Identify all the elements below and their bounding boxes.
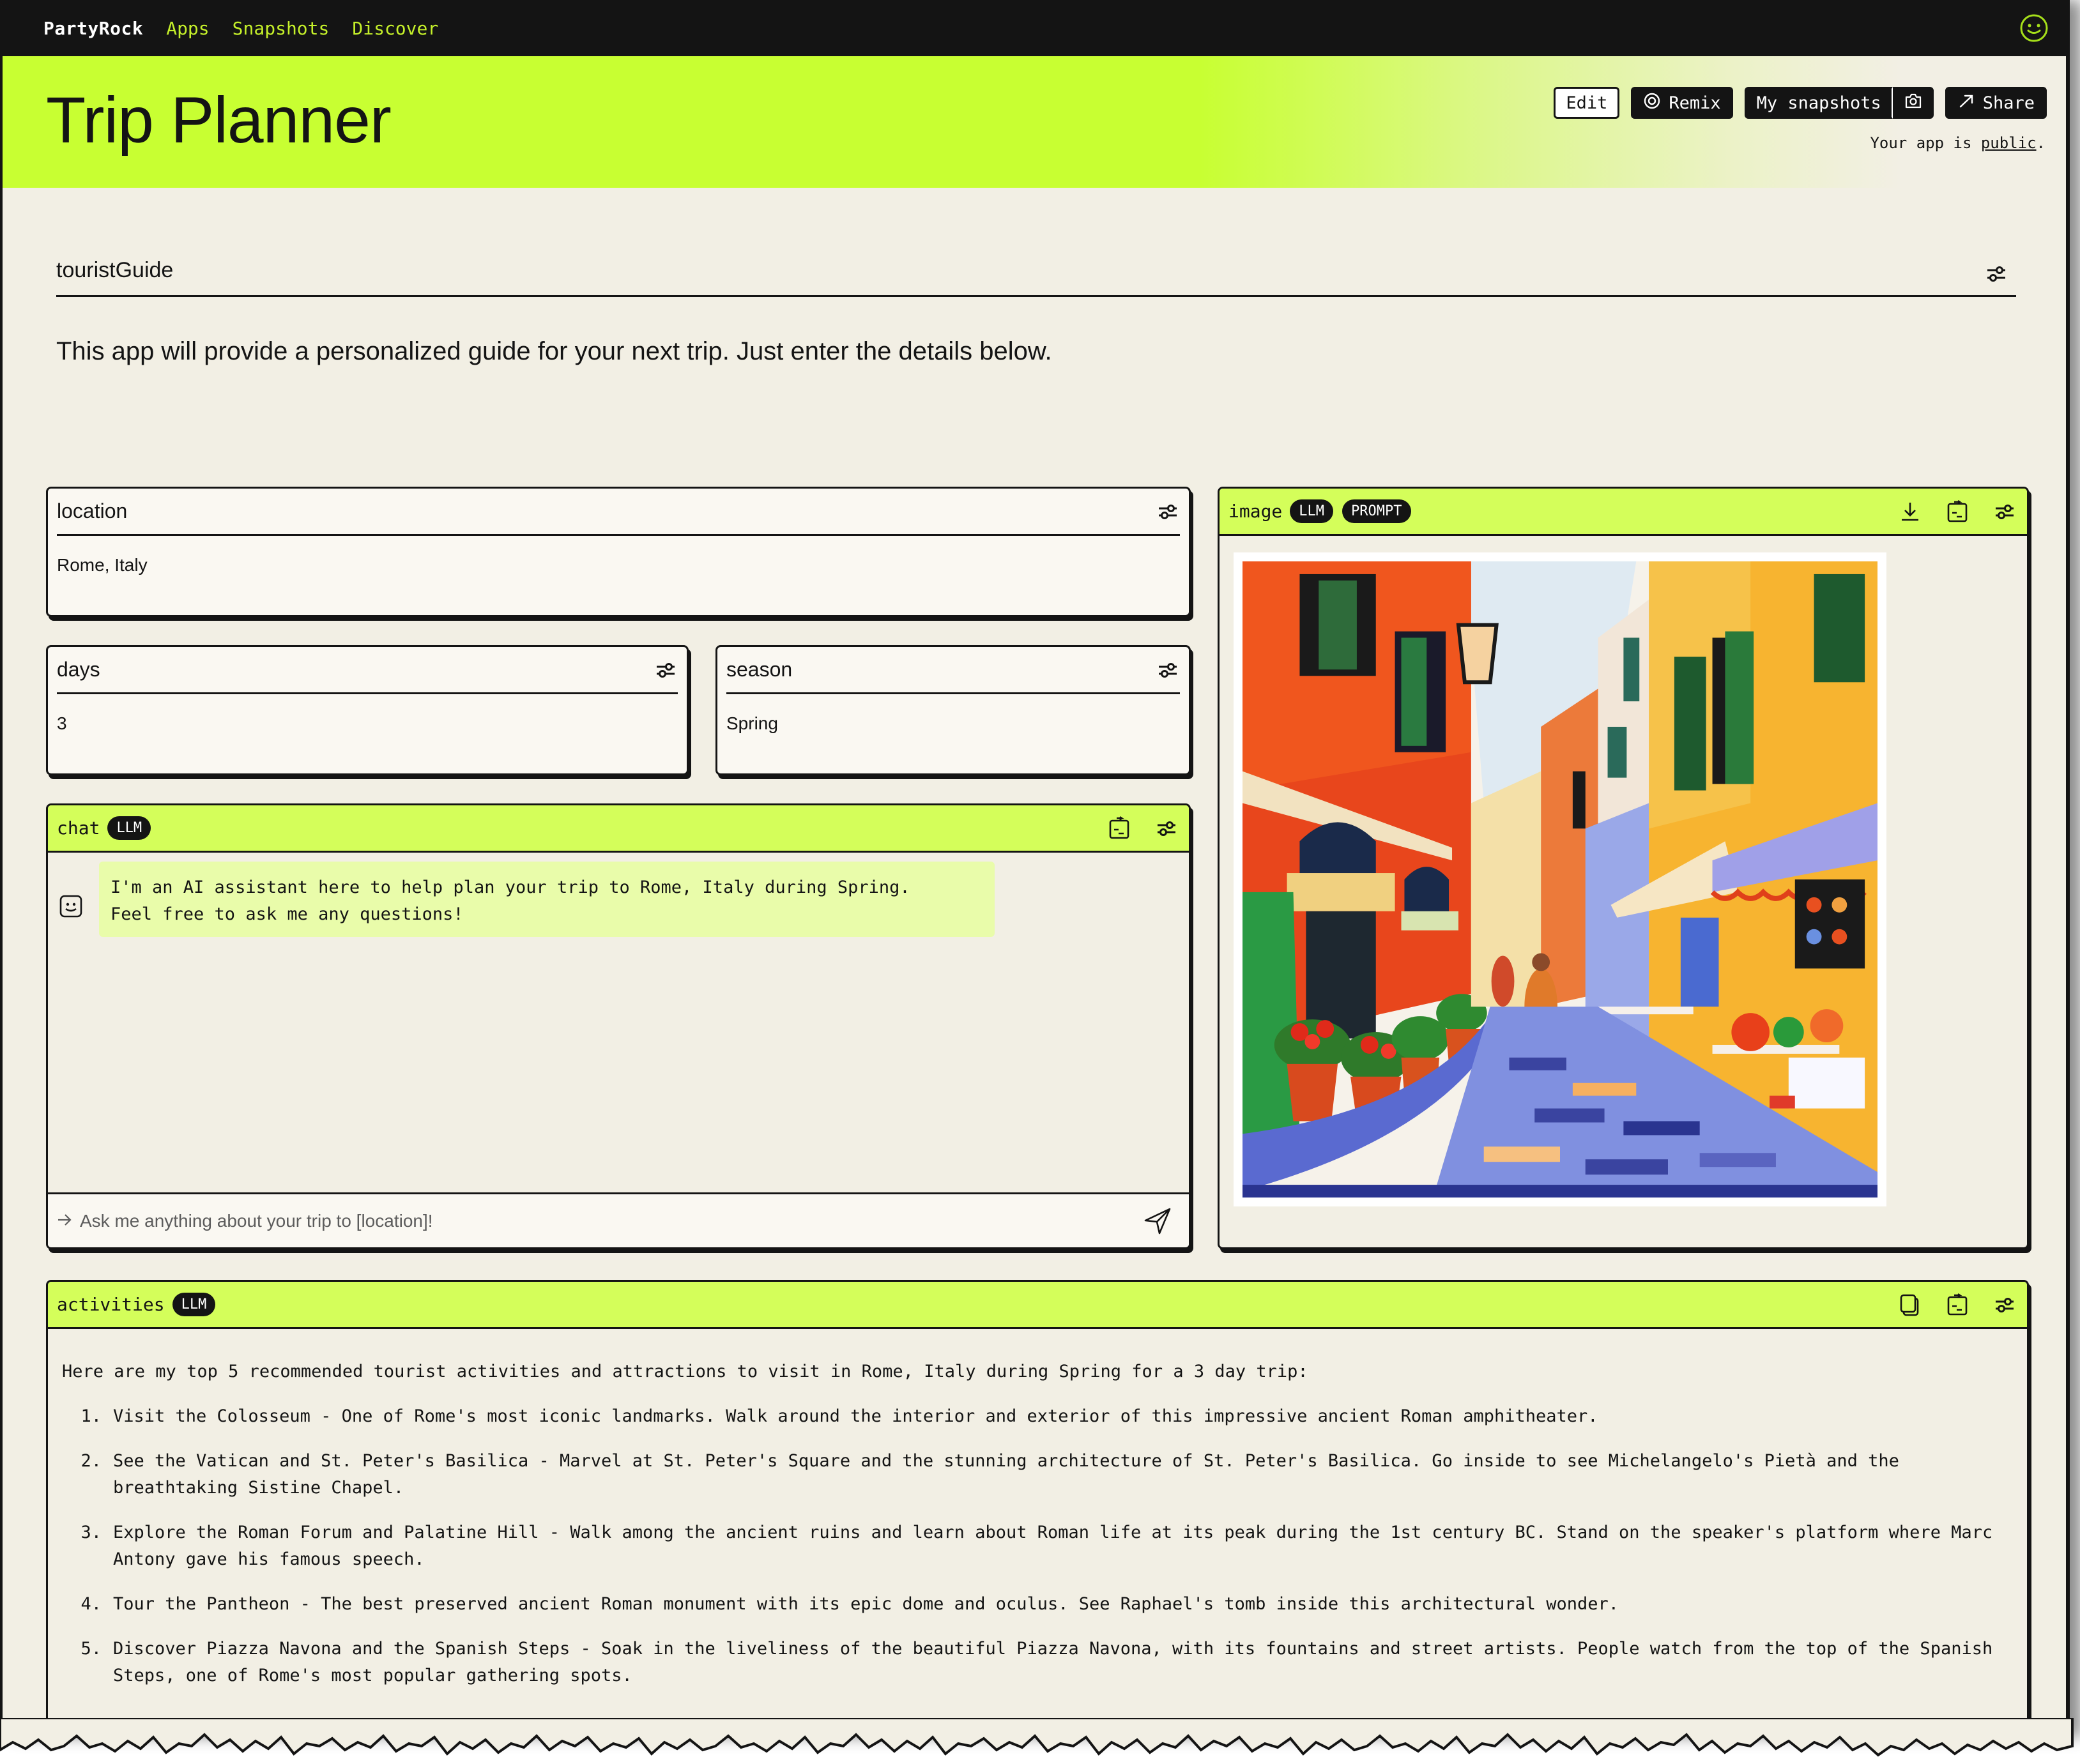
activities-output: Here are my top 5 recommended tourist ac… [62,1358,2013,1707]
nav-link-snapshots[interactable]: Snapshots [233,18,330,39]
image-export-icon[interactable] [1945,499,1969,524]
nav-link-apps[interactable]: Apps [166,18,209,39]
assistant-avatar-icon [58,893,84,919]
remix-button-label: Remix [1669,93,1721,113]
edit-button[interactable]: Edit [1554,87,1620,119]
activity-item: 2. See the Vatican and St. Peter's Basil… [62,1448,2013,1502]
activities-intro: Here are my top 5 recommended tourist ac… [62,1362,1308,1381]
chat-input-bar [48,1192,1189,1247]
location-label: location [57,499,128,522]
activities-llm-badge: LLM [172,1293,216,1316]
take-snapshot-button[interactable] [1892,87,1934,119]
chat-label: chat [57,817,100,839]
activity-text: Discover Piazza Navona and the Spanish S… [113,1639,1993,1685]
rome-street-painting [1243,561,1877,1198]
chat-widget: chat LLM I'm an AI assistant here to hel… [46,803,1191,1249]
activities-widget: activities LLM Here are my top 5 recomme… [46,1280,2029,1727]
visibility-prefix: Your app is [1870,134,1981,152]
visibility-suffix: . [2036,134,2046,152]
season-widget-header: season [726,647,1180,694]
edit-button-label: Edit [1566,93,1608,113]
app-header-divider [56,295,2016,297]
activity-number: 4. [80,1594,102,1614]
remix-icon [1643,92,1661,114]
chat-widget-header: chat LLM [48,805,1189,853]
days-widget: days 3 [46,645,689,775]
snapshots-button-group: My snapshots [1744,87,1934,119]
app-name: touristGuide [56,258,174,282]
send-message-icon[interactable] [1143,1206,1172,1236]
activities-widget-header: activities LLM [48,1282,2027,1329]
season-label: season [726,658,793,681]
generated-image[interactable] [1234,552,1886,1206]
activity-text: Tour the Pantheon - The best preserved a… [113,1594,1619,1614]
activity-item: 5. Discover Piazza Navona and the Spanis… [62,1636,2013,1689]
image-llm-badge: LLM [1290,499,1334,523]
chat-llm-badge: LLM [107,816,151,840]
visibility-status: Your app is public. [1870,134,2046,152]
days-settings-sliders-icon[interactable] [654,658,678,682]
image-prompt-badge[interactable]: PROMPT [1342,499,1411,523]
chat-input[interactable] [80,1210,1143,1231]
visibility-link[interactable]: public [1981,134,2037,152]
location-settings-sliders-icon[interactable] [1156,499,1180,524]
share-button[interactable]: Share [1945,87,2047,119]
brand-logo[interactable]: PartyRock [43,18,143,39]
days-widget-header: days [57,647,678,694]
activity-text: Explore the Roman Forum and Palatine Hil… [113,1523,1993,1569]
remix-button[interactable]: Remix [1631,87,1733,119]
activity-text: Visit the Colosseum - One of Rome's most… [113,1406,1598,1426]
season-input[interactable]: Spring [726,713,778,734]
activity-number: 3. [80,1523,102,1542]
camera-icon [1904,91,1923,115]
activities-export-icon[interactable] [1945,1293,1969,1317]
app-settings-sliders-icon[interactable] [1985,263,2007,285]
activities-list: 1. Visit the Colosseum - One of Rome's m… [62,1403,2013,1689]
top-nav: PartyRock Apps Snapshots Discover [3,0,2066,56]
assistant-message: I'm an AI assistant here to help plan yo… [99,862,995,937]
activity-text: See the Vatican and St. Peter's Basilica… [113,1451,1899,1498]
image-widget-header: image LLM PROMPT [1220,489,2027,536]
download-icon[interactable] [1898,499,1922,524]
share-button-label: Share [1982,93,2035,113]
app-header-band: Trip Planner Edit Remix My snapshots Sha… [3,56,2066,188]
my-snapshots-button[interactable]: My snapshots [1744,87,1893,119]
season-widget: season Spring [715,645,1191,775]
location-widget: location Rome, Italy [46,487,1191,617]
activity-item: 3. Explore the Roman Forum and Palatine … [62,1519,2013,1573]
days-input[interactable]: 3 [57,713,67,734]
activities-label: activities [57,1294,165,1315]
season-settings-sliders-icon[interactable] [1156,658,1180,682]
activity-item: 4. Tour the Pantheon - The best preserve… [62,1591,2013,1618]
app-window: PartyRock Apps Snapshots Discover Trip P… [0,0,2070,1737]
nav-link-discover[interactable]: Discover [352,18,438,39]
image-settings-sliders-icon[interactable] [1992,499,2017,524]
activity-item: 1. Visit the Colosseum - One of Rome's m… [62,1403,2013,1430]
days-label: days [57,658,100,681]
image-label: image [1228,501,1283,522]
my-snapshots-label: My snapshots [1756,93,1881,113]
copy-icon[interactable] [1898,1293,1922,1317]
activity-number: 2. [80,1451,102,1471]
location-input[interactable]: Rome, Italy [57,555,148,575]
chat-messages: I'm an AI assistant here to help plan yo… [48,853,1189,1192]
chat-export-icon[interactable] [1107,816,1131,840]
chat-settings-sliders-icon[interactable] [1154,816,1179,840]
activity-number: 5. [80,1639,102,1659]
activity-number: 1. [80,1406,102,1426]
app-description: This app will provide a personalized gui… [56,337,1052,365]
activities-settings-sliders-icon[interactable] [1992,1293,2017,1317]
page-title: Trip Planner [46,84,392,156]
share-arrow-icon [1957,92,1975,114]
header-actions: Edit Remix My snapshots Share [1554,87,2047,119]
torn-edge-decoration [0,1718,2074,1757]
image-widget: image LLM PROMPT [1218,487,2029,1249]
user-avatar-smiley-icon[interactable] [2019,13,2049,43]
arrow-right-icon [57,1212,72,1230]
location-widget-header: location [57,489,1180,536]
